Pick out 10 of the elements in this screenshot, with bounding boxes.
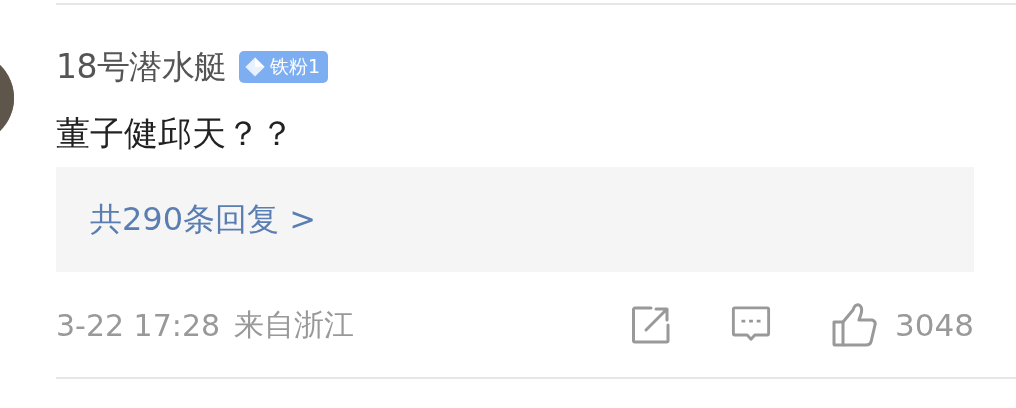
comment-text: 董子健邱天？？ [56,112,295,155]
comment-location: 来自浙江 [234,305,355,344]
username[interactable]: 18号潜水艇 [56,44,227,90]
like-count: 3048 [895,307,974,343]
diamond-icon [243,55,267,79]
badge-label: 铁粉1 [270,54,321,79]
comment-time: 3-22 17:28 [56,307,221,343]
share-icon[interactable] [631,305,672,345]
thumbs-up-icon[interactable] [831,302,878,348]
replies-link[interactable]: 共290条回复 > [56,167,974,272]
